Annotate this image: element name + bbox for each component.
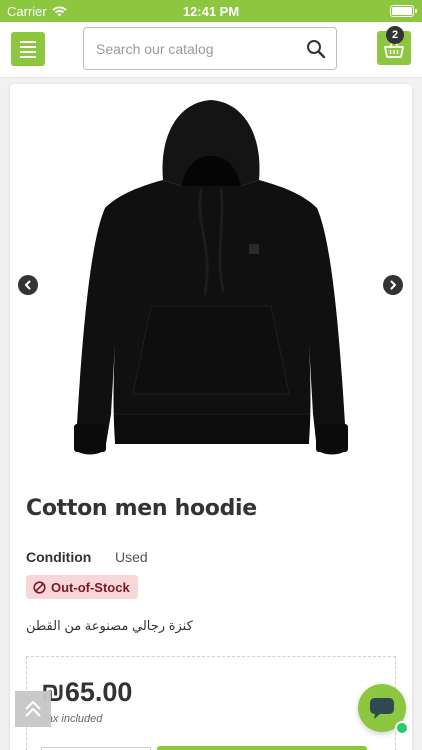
online-status-dot <box>395 721 409 735</box>
product-price: ₪65.00 <box>41 677 133 707</box>
cart-button[interactable]: 2 <box>377 26 411 65</box>
product-card: Cotton men hoodie Condition Used Out-of-… <box>10 84 412 750</box>
product-image[interactable] <box>55 94 367 474</box>
cart-count-badge: 2 <box>386 26 404 44</box>
prev-image-button[interactable] <box>18 275 38 295</box>
ban-icon <box>33 580 46 594</box>
header: 2 <box>0 22 422 78</box>
product-title: Cotton men hoodie <box>26 496 257 521</box>
condition-label: Condition <box>26 549 92 565</box>
search-box <box>83 27 337 70</box>
add-to-cart-button[interactable] <box>157 746 367 750</box>
price-box: ₪65.00 Tax included <box>26 656 396 750</box>
scroll-top-icon <box>25 701 41 717</box>
status-time: 12:41 PM <box>182 4 240 19</box>
stock-status-badge: Out-of-Stock <box>26 575 138 599</box>
search-input[interactable] <box>96 28 296 69</box>
next-image-button[interactable] <box>383 275 403 295</box>
chevron-right-icon <box>390 280 396 290</box>
search-icon[interactable] <box>306 39 326 59</box>
menu-button[interactable] <box>11 32 45 66</box>
menu-icon <box>20 40 36 43</box>
chat-icon <box>370 698 394 719</box>
product-gallery <box>10 84 412 484</box>
chevron-left-icon <box>25 280 31 290</box>
battery-icon <box>390 5 417 17</box>
scroll-top-button[interactable] <box>15 691 51 727</box>
product-description: كنزة رجالي مصنوعة من القطن <box>26 618 193 633</box>
condition-value: Used <box>115 549 148 565</box>
status-bar: Carrier 12:41 PM <box>0 0 422 22</box>
stock-status-label: Out-of-Stock <box>51 579 130 595</box>
